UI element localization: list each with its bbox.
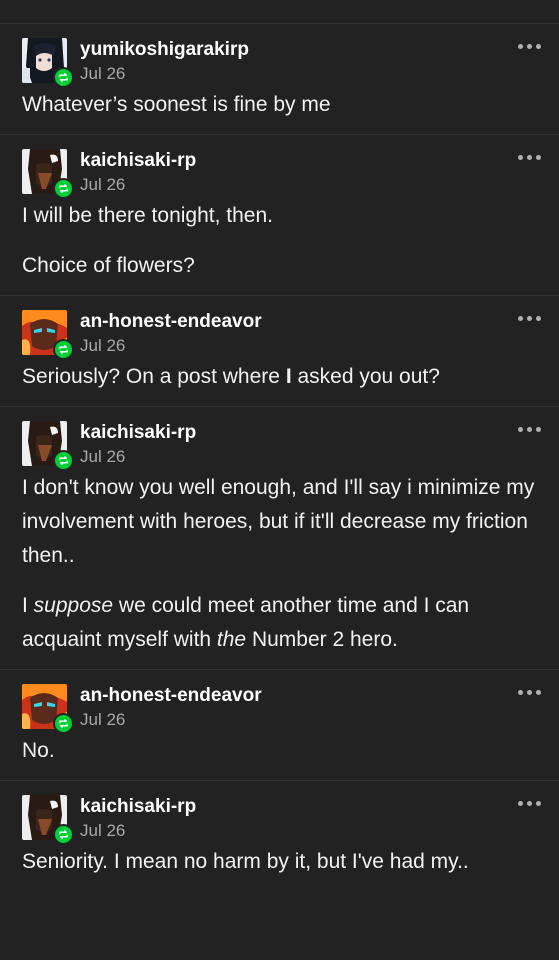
username-link[interactable]: kaichisaki-rp <box>80 150 196 172</box>
paragraph: I don't know you well enough, and I'll s… <box>22 476 535 567</box>
avatar-container[interactable] <box>22 795 74 845</box>
reblog-meta: an-honest-endeavor Jul 26 <box>80 310 262 357</box>
post-date: Jul 26 <box>80 175 126 194</box>
reblog-entry: kaichisaki-rp Jul 26 I don't know you we… <box>0 407 559 670</box>
username-link[interactable]: yumikoshigarakirp <box>80 39 249 61</box>
reblog-entry: kaichisaki-rp Jul 26 I will be there ton… <box>0 135 559 296</box>
reblog-content: I will be there tonight, then. Choice of… <box>22 197 537 295</box>
avatar-container[interactable] <box>22 421 74 471</box>
reblog-icon <box>53 339 74 360</box>
italic-text: suppose <box>33 594 114 617</box>
reblog-meta: kaichisaki-rp Jul 26 <box>80 795 196 842</box>
avatar-container[interactable] <box>22 310 74 360</box>
more-options-icon[interactable] <box>518 316 541 321</box>
reblog-header: kaichisaki-rp Jul 26 <box>22 149 537 199</box>
reblog-meta: an-honest-endeavor Jul 26 <box>80 684 262 731</box>
reblog-header: an-honest-endeavor Jul 26 <box>22 310 537 360</box>
text-run: Seriously? On a post where <box>22 365 286 388</box>
username-link[interactable]: an-honest-endeavor <box>80 311 262 333</box>
paragraph: No. <box>22 739 55 762</box>
paragraph: Seriously? On a post where I asked you o… <box>22 360 537 394</box>
paragraph: I will be there tonight, then. <box>22 204 273 227</box>
avatar-container[interactable] <box>22 684 74 734</box>
post-date: Jul 26 <box>80 447 126 466</box>
reblog-content: Seniority. I mean no harm by it, but I'v… <box>22 843 537 891</box>
post-date: Jul 26 <box>80 821 126 840</box>
previous-post-edge <box>0 0 559 24</box>
post-date: Jul 26 <box>80 710 126 729</box>
avatar-container[interactable] <box>22 149 74 199</box>
reblog-icon <box>53 713 74 734</box>
reblog-content: Whatever’s soonest is fine by me <box>22 86 537 134</box>
reblog-content: I don't know you well enough, and I'll s… <box>22 469 537 669</box>
more-options-icon[interactable] <box>518 690 541 695</box>
reblog-meta: kaichisaki-rp Jul 26 <box>80 421 196 468</box>
reblog-meta: yumikoshigarakirp Jul 26 <box>80 38 249 85</box>
paragraph: Seniority. I mean no harm by it, but I'v… <box>22 850 469 873</box>
reblog-content: No. <box>22 732 537 780</box>
more-options-icon[interactable] <box>518 155 541 160</box>
text-run: asked you out? <box>291 365 440 388</box>
text-run: I <box>22 594 34 617</box>
reblog-entry: yumikoshigarakirp Jul 26 Whatever’s soon… <box>0 24 559 135</box>
italic-text: the <box>216 628 247 651</box>
paragraph: Whatever’s soonest is fine by me <box>22 93 331 116</box>
username-link[interactable]: kaichisaki-rp <box>80 422 196 444</box>
avatar-container[interactable] <box>22 38 74 88</box>
reblog-entry: kaichisaki-rp Jul 26 Seniority. I mean n… <box>0 781 559 891</box>
text-run: Number 2 hero. <box>246 628 398 651</box>
username-link[interactable]: an-honest-endeavor <box>80 685 262 707</box>
reblog-content: Seriously? On a post where I asked you o… <box>22 358 537 406</box>
paragraph: I suppose we could meet another time and… <box>22 589 537 657</box>
reblog-header: yumikoshigarakirp Jul 26 <box>22 38 537 88</box>
post-date: Jul 26 <box>80 336 126 355</box>
reblog-icon <box>53 450 74 471</box>
post-date: Jul 26 <box>80 64 126 83</box>
reblog-entry: an-honest-endeavor Jul 26 Seriously? On … <box>0 296 559 407</box>
reblog-entry: an-honest-endeavor Jul 26 No. <box>0 670 559 781</box>
more-options-icon[interactable] <box>518 427 541 432</box>
paragraph: Choice of flowers? <box>22 254 195 277</box>
reblog-icon <box>53 824 74 845</box>
username-link[interactable]: kaichisaki-rp <box>80 796 196 818</box>
more-options-icon[interactable] <box>518 44 541 49</box>
reblog-header: an-honest-endeavor Jul 26 <box>22 684 537 734</box>
reblog-icon <box>53 178 74 199</box>
more-options-icon[interactable] <box>518 801 541 806</box>
reblog-header: kaichisaki-rp Jul 26 <box>22 421 537 471</box>
reblog-icon <box>53 67 74 88</box>
reblog-header: kaichisaki-rp Jul 26 <box>22 795 537 845</box>
reblog-meta: kaichisaki-rp Jul 26 <box>80 149 196 196</box>
